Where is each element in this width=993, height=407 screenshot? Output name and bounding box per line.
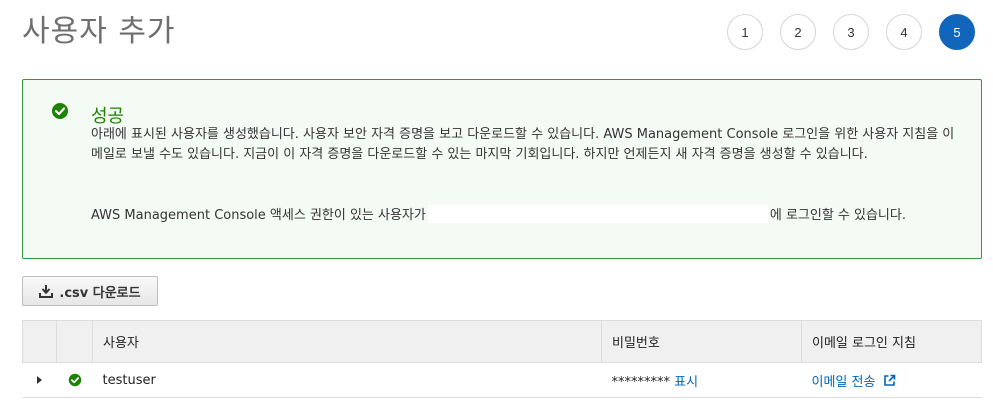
step-4[interactable]: 4 <box>886 14 922 50</box>
email-column-header: 이메일 로그인 지침 <box>801 320 982 363</box>
signin-url-redacted <box>427 204 768 223</box>
expand-row-toggle[interactable] <box>22 362 57 398</box>
user-column-header: 사용자 <box>92 320 602 363</box>
user-name: testuser <box>92 362 602 398</box>
external-link-icon <box>883 374 895 386</box>
table-row: testuser ********* 표시 이메일 전송 <box>22 362 982 398</box>
caret-right-icon <box>37 375 42 384</box>
alert-message: 아래에 표시된 사용자를 생성했습니다. 사용자 보안 자격 증명을 보고 다운… <box>91 127 955 162</box>
status-column-header <box>56 320 93 363</box>
step-1[interactable]: 1 <box>727 14 763 50</box>
console-access-message: AWS Management Console 액세스 권한이 있는 사용자가 에… <box>91 204 971 223</box>
send-email-link[interactable]: 이메일 전송 <box>811 374 896 390</box>
password-column-header: 비밀번호 <box>601 320 802 363</box>
check-circle-icon <box>52 103 68 119</box>
download-icon <box>39 285 54 298</box>
wizard-steps: 1 2 3 4 5 <box>727 14 975 50</box>
page-title: 사용자 추가 <box>22 14 176 49</box>
email-cell: 이메일 전송 <box>801 362 982 398</box>
step-3[interactable]: 3 <box>833 14 869 50</box>
step-5[interactable]: 5 <box>939 14 975 50</box>
access-prefix: AWS Management Console 액세스 권한이 있는 사용자가 <box>91 208 426 223</box>
expand-column-header <box>22 320 57 363</box>
password-cell: ********* 표시 <box>601 362 802 398</box>
send-email-label: 이메일 전송 <box>811 374 876 390</box>
password-mask: ********* <box>611 374 671 390</box>
show-password-link[interactable]: 표시 <box>674 375 698 390</box>
step-2[interactable]: 2 <box>780 14 816 50</box>
users-table: 사용자 비밀번호 이메일 로그인 지침 testuser ********* 표… <box>22 320 982 398</box>
check-circle-icon <box>68 373 81 387</box>
success-alert: 성공 아래에 표시된 사용자를 생성했습니다. 사용자 보안 자격 증명을 보고… <box>22 79 982 259</box>
download-csv-label: .csv 다운로드 <box>59 285 141 301</box>
access-suffix: 에 로그인할 수 있습니다. <box>769 208 906 223</box>
download-csv-button[interactable]: .csv 다운로드 <box>22 276 158 306</box>
